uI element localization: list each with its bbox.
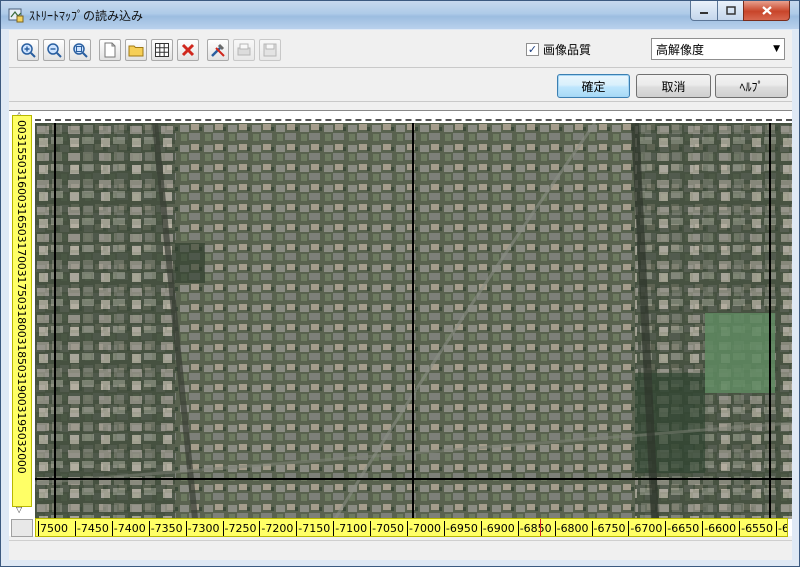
open-folder-button[interactable] (125, 39, 147, 61)
vertical-ruler-strip: 0031550316003165031700317503180031850319… (12, 115, 32, 507)
status-bar (9, 540, 792, 560)
ruler-label: -6550 (741, 522, 774, 535)
ruler-tick-icon (333, 521, 335, 536)
ruler-tick-icon (665, 521, 667, 536)
grid-button[interactable] (151, 39, 173, 61)
zoom-out-button[interactable] (43, 39, 65, 61)
help-button[interactable]: ﾍﾙﾌﾟ (715, 74, 788, 98)
position-marker (540, 519, 541, 536)
ruler-tick-icon (74, 521, 76, 536)
ruler-label: -6600 (704, 522, 737, 535)
image-quality-checkbox[interactable]: ✓ 画像品質 (526, 41, 591, 58)
zoom-in-icon (21, 43, 36, 58)
ruler-label: -7000 (409, 522, 441, 535)
ruler-tick-icon (370, 521, 372, 536)
ruler-tick-icon (296, 521, 298, 536)
ruler-label: -7100 (335, 522, 368, 535)
ruler-label: -650 (778, 522, 788, 535)
ruler-label: -6750 (593, 522, 626, 535)
resolution-select[interactable]: 高解像度 ▼ (651, 38, 785, 60)
aerial-photo (35, 123, 792, 519)
tools-icon (211, 43, 225, 57)
ruler-label: -6950 (445, 522, 478, 535)
vertical-ruler: △ 00315503160031650317003175031800318503… (9, 110, 35, 519)
ruler-label: 7500 (40, 522, 68, 535)
maximize-button[interactable] (717, 1, 744, 21)
ruler-tick-icon (222, 521, 224, 536)
ruler-down-arrow-icon[interactable]: ▽ (16, 505, 22, 514)
open-folder-icon (128, 45, 144, 57)
title-bar[interactable]: ｽﾄﾘｰﾄﾏｯﾌﾟの読み込み (1, 1, 799, 29)
ruler-tick-icon (38, 521, 39, 536)
ruler-label: -7150 (298, 522, 331, 535)
ruler-label: -7050 (372, 522, 405, 535)
vertical-ruler-labels: 0031550316003165031700317503180031850319… (15, 120, 28, 474)
ruler-label: -7300 (187, 522, 220, 535)
toolbar: ✓ 画像品質 高解像度 ▼ (9, 30, 792, 68)
tools-button[interactable] (207, 39, 229, 61)
zoom-out-icon (47, 43, 62, 58)
ruler-tick-icon (554, 521, 556, 536)
ruler-label: -6900 (482, 522, 515, 535)
horizontal-ruler-labels: 7500 -7450 -7400 -7350 -7300 -7250 -7200 -7150-… (36, 519, 788, 536)
ruler-label: -7250 (224, 522, 257, 535)
ruler-tick-icon (111, 521, 113, 536)
aerial-map-image[interactable] (35, 123, 792, 519)
save-button[interactable] (259, 39, 281, 61)
delete-button[interactable] (177, 39, 199, 61)
ruler-tick-icon (259, 521, 261, 536)
horizontal-ruler-row: 7500 -7450 -7400 -7350 -7300 -7250 -7200 -7150-… (9, 518, 792, 537)
dialog-body: ✓ 画像品質 高解像度 ▼ 確定 取消 ﾍﾙﾌﾟ △ 0031550316003… (9, 30, 792, 560)
maximize-icon (725, 6, 736, 15)
new-document-icon (104, 42, 116, 58)
ruler-tick-icon (480, 521, 482, 536)
cancel-button[interactable]: 取消 (636, 74, 711, 98)
resolution-select-value: 高解像度 (656, 42, 705, 57)
minimize-icon (700, 11, 708, 14)
ruler-tick-icon (628, 521, 630, 536)
ruler-label: -6800 (556, 522, 589, 535)
ruler-tick-icon (776, 521, 777, 536)
ruler-label: -6850 (519, 522, 552, 535)
zoom-fit-icon (73, 43, 88, 58)
ruler-tick-icon (739, 521, 741, 536)
map-viewer[interactable]: △ 00315503160031650317003175031800318503… (9, 110, 792, 537)
ruler-tick-icon (185, 521, 187, 536)
delete-icon (181, 43, 195, 57)
map-top-boundary (35, 119, 792, 121)
ruler-label: -7200 (261, 522, 294, 535)
ok-button[interactable]: 確定 (557, 74, 630, 98)
ruler-label: -7350 (150, 522, 183, 535)
grid-icon (155, 43, 169, 57)
ruler-label: -6700 (630, 522, 663, 535)
close-icon (761, 6, 772, 15)
save-icon (263, 43, 277, 57)
horizontal-ruler: 7500 -7450 -7400 -7350 -7300 -7250 -7200 -7150-… (35, 518, 788, 537)
ruler-tick-icon (517, 521, 519, 536)
image-quality-label: 画像品質 (543, 43, 592, 57)
ruler-tick-icon (591, 521, 593, 536)
chevron-down-icon: ▼ (773, 44, 780, 54)
ruler-tick-icon (702, 521, 704, 536)
ruler-tick-icon (148, 521, 150, 536)
streetmap-import-window: ｽﾄﾘｰﾄﾏｯﾌﾟの読み込み ✓ 画像品質 高解像度 ▼ 確定 取消 ﾍﾙﾌﾟ … (0, 0, 800, 567)
zoom-fit-button[interactable] (69, 39, 91, 61)
print-button[interactable] (233, 39, 255, 61)
checkbox-check-icon[interactable]: ✓ (526, 43, 539, 56)
ruler-label: -6650 (667, 522, 700, 535)
action-buttons: 確定 取消 ﾍﾙﾌﾟ (9, 68, 792, 102)
ruler-label: -7450 (76, 522, 109, 535)
app-icon (8, 8, 24, 23)
zoom-in-button[interactable] (17, 39, 39, 61)
close-button[interactable] (743, 1, 790, 21)
window-title: ｽﾄﾘｰﾄﾏｯﾌﾟの読み込み (29, 9, 144, 23)
new-document-button[interactable] (99, 39, 121, 61)
ruler-tick-icon (443, 521, 445, 536)
ruler-label: -7400 (113, 522, 146, 535)
print-icon (237, 43, 251, 56)
ruler-tick-icon (407, 521, 408, 536)
ruler-corner (11, 519, 33, 537)
minimize-button[interactable] (690, 1, 718, 21)
